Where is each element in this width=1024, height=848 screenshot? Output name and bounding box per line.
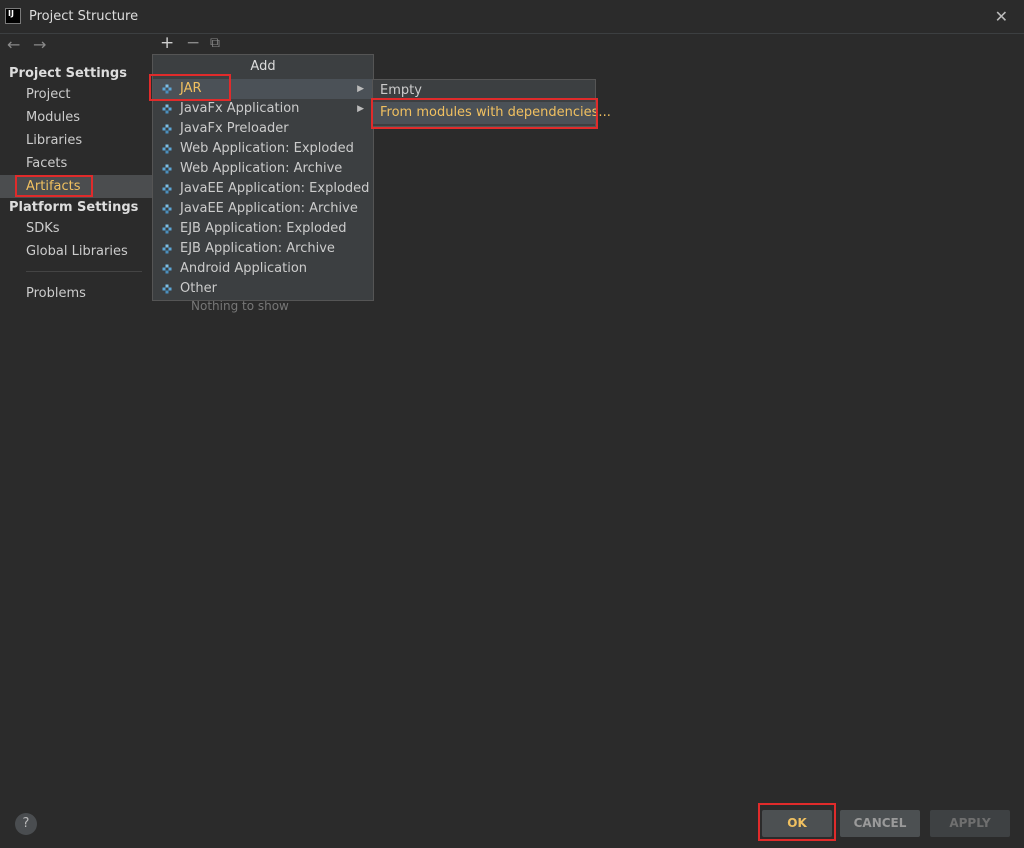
submenu-arrow-icon: ▶ bbox=[357, 104, 364, 114]
apply-button[interactable]: APPLY bbox=[930, 810, 1010, 837]
add-menu-item[interactable]: Web Application: Exploded bbox=[153, 139, 373, 159]
ok-button[interactable]: OK bbox=[762, 810, 832, 837]
add-menu-item[interactable]: EJB Application: Archive bbox=[153, 239, 373, 259]
help-icon[interactable]: ? bbox=[15, 813, 37, 835]
remove-icon[interactable]: − bbox=[186, 33, 200, 53]
artifact-diamond-icon bbox=[162, 84, 172, 94]
sidebar-item-global-libraries[interactable]: Global Libraries bbox=[26, 244, 128, 259]
artifact-diamond-icon bbox=[162, 244, 172, 254]
add-menu-item-label: JavaFx Application bbox=[180, 101, 300, 116]
add-menu-item-label: JAR bbox=[180, 81, 202, 96]
add-menu-item[interactable]: EJB Application: Exploded bbox=[153, 219, 373, 239]
artifact-diamond-icon bbox=[162, 104, 172, 114]
sidebar-item-libraries[interactable]: Libraries bbox=[26, 133, 82, 148]
add-menu-item[interactable]: JavaFx Application ▶ bbox=[153, 99, 373, 119]
artifact-diamond-icon bbox=[162, 144, 172, 154]
add-menu-item[interactable]: Web Application: Archive bbox=[153, 159, 373, 179]
copy-icon[interactable]: ⧉ bbox=[210, 35, 220, 51]
add-menu-item[interactable]: JavaEE Application: Exploded bbox=[153, 179, 373, 199]
add-menu-item-label: JavaEE Application: Archive bbox=[180, 201, 358, 216]
sidebar-item-sdks[interactable]: SDKs bbox=[26, 221, 60, 236]
sidebar-item-modules[interactable]: Modules bbox=[26, 110, 80, 125]
intellij-logo-icon: IJ bbox=[5, 8, 21, 24]
add-menu-item-label: Other bbox=[180, 281, 217, 296]
sidebar-item-project[interactable]: Project bbox=[26, 87, 70, 102]
add-menu-item-label: EJB Application: Exploded bbox=[180, 221, 347, 236]
forward-arrow-icon[interactable]: → bbox=[33, 35, 46, 54]
empty-state-text: Nothing to show bbox=[191, 299, 289, 313]
add-popup-menu: Add JAR ▶ JavaFx Application ▶ JavaFx Preloa… bbox=[152, 54, 374, 301]
add-menu-item[interactable]: Android Application bbox=[153, 259, 373, 279]
platform-settings-header: Platform Settings bbox=[9, 200, 139, 215]
submenu-item-from-modules[interactable]: From modules with dependencies... bbox=[373, 102, 611, 124]
sidebar-item-problems[interactable]: Problems bbox=[26, 286, 86, 301]
artifact-diamond-icon bbox=[162, 184, 172, 194]
sidebar-item-facets[interactable]: Facets bbox=[26, 156, 67, 171]
add-menu-header: Add bbox=[250, 59, 276, 74]
window-title: Project Structure bbox=[29, 9, 139, 24]
add-menu-item-label: Web Application: Archive bbox=[180, 161, 343, 176]
add-menu-item[interactable]: JAR ▶ bbox=[153, 79, 373, 99]
add-menu-item-label: Android Application bbox=[180, 261, 308, 276]
artifact-diamond-icon bbox=[162, 124, 172, 134]
artifact-diamond-icon bbox=[162, 264, 172, 274]
add-menu-item[interactable]: JavaEE Application: Archive bbox=[153, 199, 373, 219]
add-menu-item-label: JavaEE Application: Exploded bbox=[180, 181, 370, 196]
add-menu-item[interactable]: JavaFx Preloader bbox=[153, 119, 373, 139]
title-bar: IJ Project Structure ✕ bbox=[0, 0, 1024, 34]
sidebar-divider bbox=[26, 271, 142, 272]
submenu-arrow-icon: ▶ bbox=[357, 84, 364, 94]
add-menu-item-label: Web Application: Exploded bbox=[180, 141, 354, 156]
artifact-diamond-icon bbox=[162, 204, 172, 214]
project-settings-header: Project Settings bbox=[9, 66, 127, 81]
add-menu-item-label: JavaFx Preloader bbox=[180, 121, 289, 136]
artifact-diamond-icon bbox=[162, 164, 172, 174]
add-menu-item[interactable]: Other bbox=[153, 279, 373, 299]
sidebar-item-artifacts[interactable]: Artifacts bbox=[26, 179, 81, 194]
add-menu-item-label: EJB Application: Archive bbox=[180, 241, 335, 256]
submenu-item-empty[interactable]: Empty bbox=[373, 80, 595, 102]
jar-submenu: Empty From modules with dependencies... bbox=[372, 79, 611, 127]
add-icon[interactable]: + bbox=[160, 33, 174, 53]
artifact-diamond-icon bbox=[162, 284, 172, 294]
artifact-diamond-icon bbox=[162, 224, 172, 234]
close-icon[interactable]: ✕ bbox=[995, 7, 1008, 26]
back-arrow-icon[interactable]: ← bbox=[7, 35, 20, 54]
cancel-button[interactable]: CANCEL bbox=[840, 810, 920, 837]
